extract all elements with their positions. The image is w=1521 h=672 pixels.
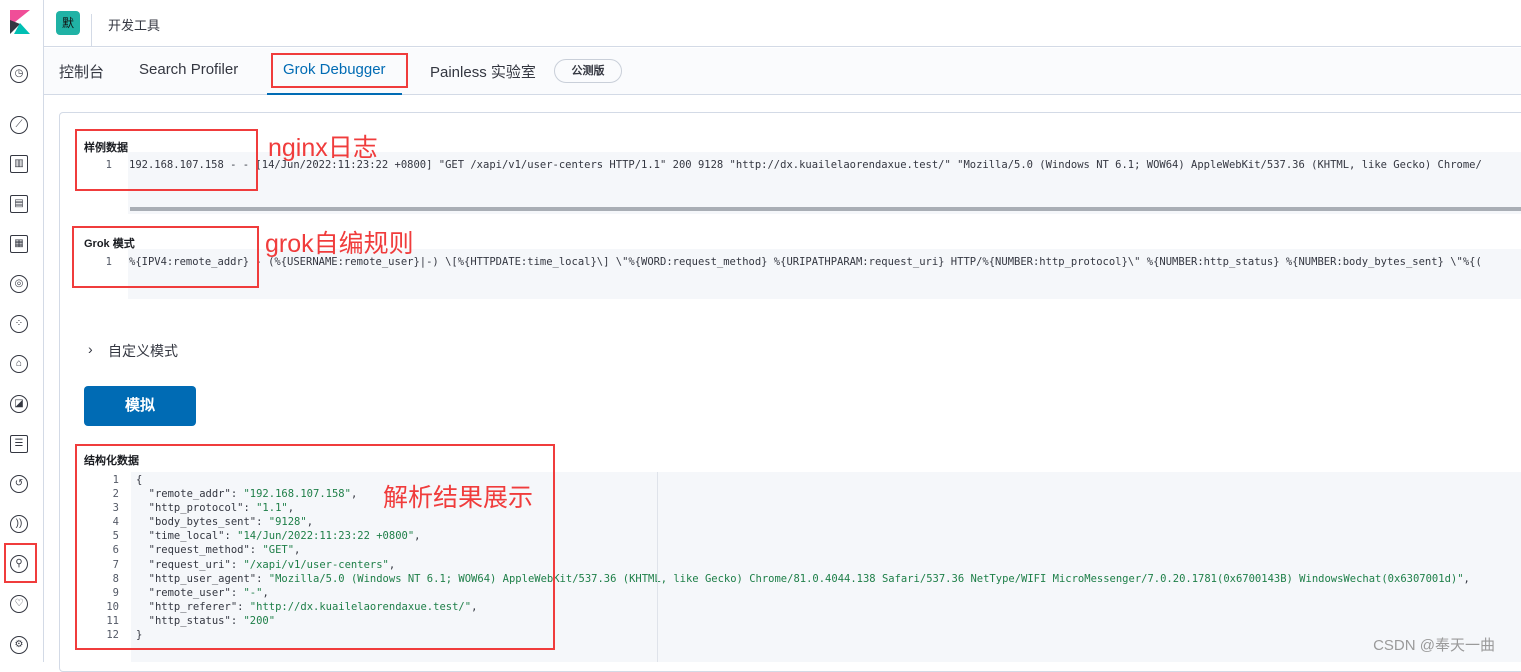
watermark: CSDN @奉天一曲 (1373, 637, 1495, 654)
header: 默 开发工具 (44, 0, 1521, 47)
simulate-button[interactable]: 模拟 (84, 386, 196, 426)
divider (91, 14, 92, 47)
annotation-box-grok-tab (271, 53, 408, 88)
ml-icon[interactable]: ⁘ (10, 315, 28, 333)
annotation-box-grok (72, 226, 259, 288)
canvas-icon[interactable]: ▦ (10, 235, 28, 253)
tab-bar: 控制台 Search Profiler Grok Debugger Painle… (44, 48, 1521, 95)
dashboard-icon[interactable]: ▤ (10, 195, 28, 213)
print-margin (657, 472, 658, 662)
logs-icon[interactable]: ◪ (10, 395, 28, 413)
recent-clock-icon[interactable]: ◷ (10, 65, 28, 83)
apm-icon[interactable]: ☰ (10, 435, 28, 453)
tab-console[interactable]: 控制台 (59, 61, 104, 95)
visualize-icon[interactable]: ▥ (10, 155, 28, 173)
metrics-icon[interactable]: ⌂ (10, 355, 28, 373)
annotation-sample: nginx日志 (268, 134, 378, 162)
tab-search-profiler[interactable]: Search Profiler (139, 61, 238, 95)
siem-icon[interactable]: )) (10, 515, 28, 533)
custom-patterns-toggle[interactable]: 自定义模式 (108, 341, 178, 361)
annotation-box-devtools (4, 543, 37, 583)
monitoring-heartbeat-icon[interactable]: ♡ (10, 595, 28, 613)
chevron-right-icon[interactable]: › (88, 341, 93, 357)
tab-painless-lab[interactable]: Painless 实验室 (430, 61, 536, 95)
annotation-box-result (75, 444, 555, 650)
maps-icon[interactable]: ◎ (10, 275, 28, 293)
horizontal-scrollbar[interactable] (130, 207, 1521, 211)
uptime-icon[interactable]: ↺ (10, 475, 28, 493)
beta-badge: 公测版 (554, 59, 622, 83)
annotation-box-sample (75, 129, 258, 191)
management-gear-icon[interactable]: ⚙ (10, 636, 28, 654)
discover-compass-icon[interactable]: ⟋ (10, 116, 28, 134)
space-avatar[interactable]: 默 (56, 11, 80, 35)
kibana-logo[interactable] (10, 10, 30, 34)
breadcrumb: 开发工具 (108, 18, 161, 33)
annotation-grok: grok自编规则 (265, 230, 414, 258)
annotation-result: 解析结果展示 (383, 484, 534, 512)
